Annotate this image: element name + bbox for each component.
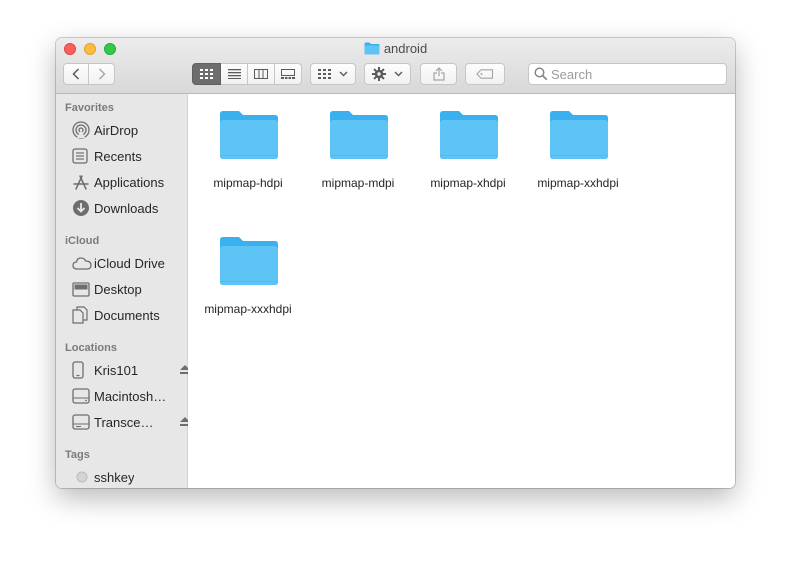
sidebar-item-label: Transce… xyxy=(94,414,154,430)
sidebar-item-desktop[interactable]: Desktop xyxy=(72,278,186,300)
sidebar-item-transcend[interactable]: Transce… xyxy=(72,411,190,433)
sidebar-item-label: AirDrop xyxy=(94,122,139,138)
sidebar-section-locations: Locations xyxy=(65,342,117,354)
tag-icon xyxy=(476,69,494,79)
folder-icon xyxy=(440,111,498,159)
desktop-icon xyxy=(72,280,94,298)
gallery-view-icon xyxy=(281,69,295,79)
chevron-left-icon xyxy=(72,68,80,80)
sidebar-item-label: Downloads xyxy=(94,200,159,216)
window-title-text: android xyxy=(383,41,428,56)
sidebar-section-tags: Tags xyxy=(65,449,90,461)
action-button[interactable] xyxy=(364,63,411,85)
applications-icon xyxy=(72,173,94,191)
search-field[interactable] xyxy=(528,63,727,85)
sidebar-item-recents[interactable]: Recents xyxy=(72,145,186,167)
title-bar: android xyxy=(56,38,735,94)
forward-button[interactable] xyxy=(89,63,115,85)
sidebar-item-airdrop[interactable]: AirDrop xyxy=(72,119,186,141)
file-browser-content: mipmap-hdpi mipmap-mdpi mipmap-xhdpi mip… xyxy=(188,94,735,488)
chevron-right-icon xyxy=(98,68,106,80)
sidebar-item-label: iCloud Drive xyxy=(94,255,165,271)
folder-icon xyxy=(220,237,278,285)
sidebar-item-label: Macintosh… xyxy=(94,388,167,404)
folder-item[interactable]: mipmap-xxhdpi xyxy=(523,106,633,206)
column-view-button[interactable] xyxy=(248,63,275,85)
window-title: android xyxy=(56,41,735,59)
sidebar-item-downloads[interactable]: Downloads xyxy=(72,197,186,219)
sidebar-item-label: sshkey xyxy=(94,469,135,485)
sidebar-item-macintosh-hd[interactable]: Macintosh… xyxy=(72,385,186,407)
external-drive-icon xyxy=(72,413,94,431)
cloud-icon xyxy=(72,254,94,272)
list-view-button[interactable] xyxy=(221,63,248,85)
sidebar-item-label: Recents xyxy=(94,148,142,164)
sidebar-item-icloud-drive[interactable]: iCloud Drive xyxy=(72,252,186,274)
finder-window: android Search Favorites AirDrop Recents… xyxy=(56,38,735,488)
sidebar-item-tag-sshkey[interactable]: sshkey xyxy=(72,466,186,488)
back-button[interactable] xyxy=(63,63,89,85)
sidebar-item-label: Kris101 xyxy=(94,362,139,378)
sidebar-item-label: Documents xyxy=(94,307,160,323)
list-view-icon xyxy=(227,69,241,79)
sidebar-item-label: Applications xyxy=(94,174,165,190)
group-by-button[interactable] xyxy=(310,63,356,85)
folder-icon xyxy=(330,111,388,159)
recents-icon xyxy=(72,147,94,165)
sidebar-item-label: Desktop xyxy=(94,281,142,297)
iphone-icon xyxy=(72,361,94,379)
history-nav xyxy=(63,63,115,85)
folder-icon xyxy=(550,111,608,159)
folder-item[interactable]: mipmap-xxxhdpi xyxy=(193,232,303,332)
folder-icon xyxy=(220,111,278,159)
folder-item[interactable]: mipmap-hdpi xyxy=(193,106,303,206)
share-button[interactable] xyxy=(420,63,457,85)
sidebar-item-kris101[interactable]: Kris101 xyxy=(72,359,190,381)
sidebar-item-documents[interactable]: Documents xyxy=(72,304,186,326)
view-switcher xyxy=(192,63,302,85)
hard-drive-icon xyxy=(72,387,94,405)
folder-name: mipmap-xxhdpi xyxy=(537,176,619,190)
folder-item[interactable]: mipmap-xhdpi xyxy=(413,106,523,206)
tag-button[interactable] xyxy=(465,63,505,85)
icon-view-icon xyxy=(200,69,213,79)
icon-view-button[interactable] xyxy=(192,63,221,85)
chevron-down-icon xyxy=(394,71,403,77)
tag-dot-icon xyxy=(72,468,94,486)
airdrop-icon xyxy=(72,121,94,139)
sidebar-section-favorites: Favorites xyxy=(65,102,114,114)
folder-icon xyxy=(364,42,380,59)
folder-item[interactable]: mipmap-mdpi xyxy=(303,106,413,206)
gear-icon xyxy=(372,67,386,81)
gallery-view-button[interactable] xyxy=(275,63,302,85)
search-input[interactable] xyxy=(551,66,721,82)
sidebar-item-applications[interactable]: Applications xyxy=(72,171,186,193)
sidebar: Favorites AirDrop Recents Applications D… xyxy=(56,94,190,488)
downloads-icon xyxy=(72,199,94,217)
group-by-icon xyxy=(318,69,331,79)
column-view-icon xyxy=(254,69,268,79)
search-icon xyxy=(534,67,548,81)
chevron-down-icon xyxy=(339,71,348,77)
documents-icon xyxy=(72,306,94,324)
sidebar-section-icloud: iCloud xyxy=(65,235,100,247)
folder-name: mipmap-xxxhdpi xyxy=(204,302,292,316)
share-icon xyxy=(432,67,445,81)
